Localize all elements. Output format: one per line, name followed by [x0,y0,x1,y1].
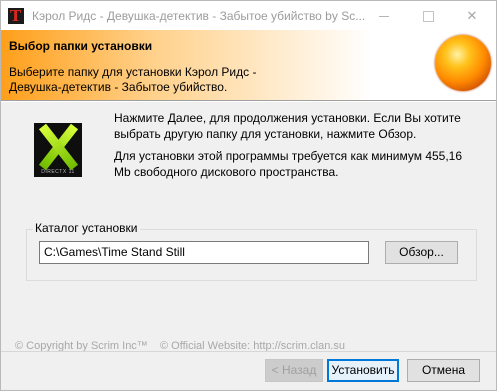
window-title: Кэрол Ридс - Девушка-детектив - Забытое … [32,9,366,23]
close-button[interactable]: ✕ [450,3,494,29]
space-required-text: Для установки этой программы требуется к… [114,149,463,179]
directx-logo-label: DIRECTX 11 [41,169,75,175]
minimize-button[interactable] [362,3,406,29]
installer-window: T Кэрол Ридс - Девушка-детектив - Забыто… [0,0,497,391]
header-orb-logo [435,35,491,91]
page-subtitle: Выберите папку для установки Кэрол Ридс … [9,65,257,94]
install-dir-input[interactable]: C:\Games\Time Stand Still [39,241,369,264]
install-dir-group-label: Каталог установки [33,221,140,235]
app-icon: T [8,7,24,25]
install-button[interactable]: Установить [327,359,399,382]
directx-logo: DIRECTX 11 [34,123,82,177]
page-title: Выбор папки установки [9,39,153,53]
close-icon: ✕ [466,8,478,23]
title-bar[interactable]: T Кэрол Ридс - Девушка-детектив - Забыто… [1,1,496,30]
maximize-icon [422,11,434,23]
maximize-button[interactable] [406,3,450,29]
cancel-button[interactable]: Отмена [407,359,480,382]
page-header: Выбор папки установки Выберите папку для… [1,30,496,100]
browse-button[interactable]: Обзор... [385,241,458,264]
header-divider-highlight [1,101,496,102]
footer-divider [1,351,496,352]
instructions-text: Нажмите Далее, для продолжения установки… [114,111,461,141]
minimize-icon [379,16,389,18]
back-button[interactable]: < Назад [265,359,323,382]
